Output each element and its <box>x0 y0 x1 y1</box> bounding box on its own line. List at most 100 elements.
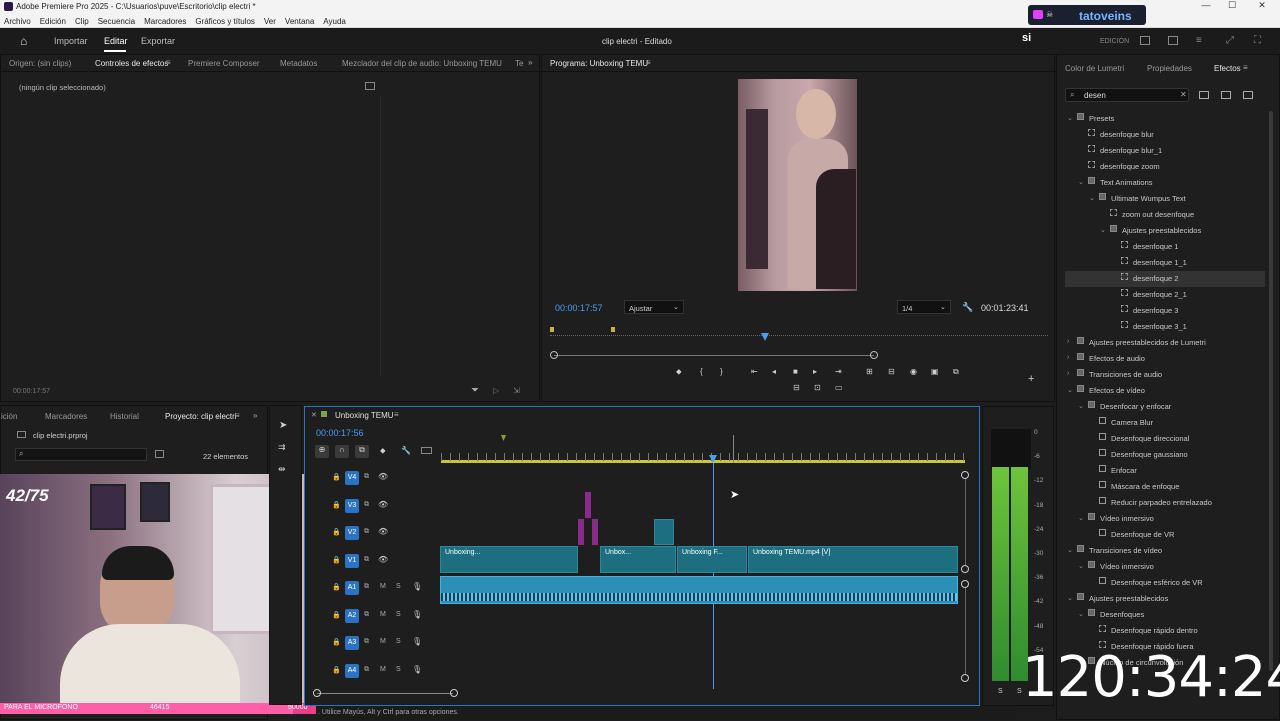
effects-search-input[interactable]: ⌕ desen ✕ <box>1065 88 1189 102</box>
timeline-timecode[interactable]: 00:00:17:56 <box>316 428 364 438</box>
v-scroll-handle[interactable] <box>961 565 969 573</box>
program-monitor-title[interactable]: Programa: Unboxing TEMU <box>550 59 648 68</box>
tab-effect-controls[interactable]: Controles de efectos <box>95 59 168 68</box>
a-scroll-handle[interactable] <box>961 580 969 588</box>
sync-lock-icon[interactable]: ⧉ <box>364 528 369 536</box>
effects-tree-item[interactable]: ⌄ Vídeo inmersivo <box>1065 559 1265 575</box>
chevron-down-icon[interactable]: ⌄ <box>1078 562 1084 570</box>
toggle-timeline-icon[interactable] <box>365 82 375 90</box>
camera-icon[interactable]: ◉ <box>910 367 917 376</box>
effects-tree-item[interactable]: Desenfoque direccional <box>1065 431 1265 447</box>
effects-tree-item[interactable]: ⌄ Efectos de vídeo <box>1065 383 1265 399</box>
tab-project[interactable]: Proyecto: clip electri <box>165 412 237 421</box>
effects-tree-item[interactable]: Máscara de enfoque <box>1065 479 1265 495</box>
effects-tree-item[interactable]: › Ajustes preestablecidos de Lumetri <box>1065 335 1265 351</box>
track-target-v3[interactable]: V3 <box>345 498 359 513</box>
effects-tree-item[interactable]: desenfoque zoom <box>1065 159 1265 175</box>
clear-search-icon[interactable]: ✕ <box>1180 90 1187 99</box>
tab-export[interactable]: Exportar <box>141 36 175 46</box>
eye-icon[interactable]: 👁 <box>378 527 388 536</box>
effects-tree-item[interactable]: desenfoque blur <box>1065 127 1265 143</box>
effects-tree-item[interactable]: ⌄ Ultimate Wumpus Text <box>1065 191 1265 207</box>
tab-source[interactable]: Origen: (sin clips) <box>9 59 71 68</box>
step-forward-icon[interactable]: ▸ <box>813 367 817 376</box>
effects-tree-item[interactable]: desenfoque 1 <box>1065 239 1265 255</box>
more-tabs-icon[interactable]: » <box>528 58 532 67</box>
mute-button[interactable]: M <box>380 611 386 618</box>
track-target-a4[interactable]: A4 <box>345 663 359 678</box>
stop-icon[interactable]: ■ <box>793 367 798 376</box>
effects-tree-item[interactable]: desenfoque 2 <box>1065 271 1265 287</box>
panel-menu-icon[interactable]: ≡ <box>646 58 651 67</box>
chevron-right-icon[interactable]: › <box>1067 338 1069 345</box>
track-target-a2[interactable]: A2 <box>345 608 359 623</box>
trim-icon[interactable]: ⧉ <box>953 367 959 377</box>
mute-button[interactable]: M <box>380 666 386 673</box>
filter-icon[interactable]: ⏷ <box>471 385 479 396</box>
tab-edit[interactable]: Editar <box>104 36 128 46</box>
expand-icon[interactable]: ⤢ <box>1226 35 1234 46</box>
effects-tree-item[interactable]: desenfoque 3 <box>1065 303 1265 319</box>
tab-import[interactable]: Importar <box>54 36 88 46</box>
menu-clip[interactable]: Clip <box>75 17 89 26</box>
lock-icon[interactable]: 🔒 <box>332 638 341 646</box>
lock-icon[interactable]: 🔒 <box>332 666 341 674</box>
effects-tree-item[interactable]: ⌄ Text Animations <box>1065 175 1265 191</box>
microphone-icon[interactable]: 🎙 <box>412 665 422 674</box>
tab-metadata[interactable]: Metadatos <box>280 59 317 68</box>
menu-ventana[interactable]: Ventana <box>285 17 314 26</box>
effects-tree-item[interactable]: ⌄ Vídeo inmersivo <box>1065 511 1265 527</box>
wrench-icon[interactable]: 🔧 <box>962 302 973 313</box>
insert-icon[interactable]: ⊞ <box>866 367 873 376</box>
chevron-down-icon[interactable]: ⌄ <box>1089 194 1095 202</box>
tab-audio-clip-mixer[interactable]: Mezclador del clip de audio: Unboxing TE… <box>342 59 502 68</box>
overwrite-icon[interactable]: ⊟ <box>888 367 895 376</box>
microphone-icon[interactable]: 🎙 <box>412 582 422 591</box>
track-select-icon[interactable]: ⇉ <box>278 442 286 453</box>
sync-lock-icon[interactable]: ⧉ <box>364 556 369 564</box>
v2-clip[interactable] <box>578 519 584 545</box>
track-target-a3[interactable]: A3 <box>345 636 359 650</box>
new-bin-icon[interactable] <box>155 450 164 458</box>
add-marker-icon[interactable]: ⬥ <box>676 367 682 377</box>
timeline-marker[interactable] <box>501 435 506 441</box>
quality-dropdown[interactable]: 1/4 ⌄ <box>897 300 951 314</box>
nest-icon[interactable]: ⊕ <box>315 445 329 458</box>
ripple-edit-icon[interactable]: ⇹ <box>278 464 286 475</box>
eye-icon[interactable]: 👁 <box>378 472 388 481</box>
h-scroll-handle[interactable] <box>313 689 321 697</box>
chevron-right-icon[interactable]: › <box>1067 370 1069 377</box>
snap-icon[interactable]: ∩ <box>335 445 349 458</box>
solo-button[interactable]: S <box>396 638 401 645</box>
multicam-icon[interactable]: ▭ <box>835 383 843 392</box>
panel-menu-icon[interactable]: ≡ <box>1243 63 1248 72</box>
eye-icon[interactable]: 👁 <box>378 555 388 564</box>
linked-selection-icon[interactable]: ⧉ <box>355 445 369 458</box>
solo-button[interactable]: S <box>396 583 401 590</box>
menu-secuencia[interactable]: Secuencia <box>98 17 135 26</box>
microphone-icon[interactable]: 🎙 <box>412 637 422 646</box>
chevron-right-icon[interactable]: › <box>1067 354 1069 361</box>
menu-archivo[interactable]: Archivo <box>4 17 31 26</box>
effects-tree-item[interactable]: desenfoque 1_1 <box>1065 255 1265 271</box>
32bit-effects-icon[interactable] <box>1221 91 1231 99</box>
sync-lock-icon[interactable]: ⧉ <box>364 583 369 591</box>
h-scrollbar[interactable] <box>317 693 453 694</box>
safe-margins-icon[interactable]: ⊟ <box>793 383 800 392</box>
menu-icon[interactable]: ≡ <box>1196 35 1202 46</box>
effects-tree-item[interactable]: Reducir parpadeo entrelazado <box>1065 495 1265 511</box>
solo-button[interactable]: S <box>396 611 401 618</box>
track-target-v1[interactable]: V1 <box>345 553 359 568</box>
v2-clip[interactable] <box>592 519 598 545</box>
effects-tree-item[interactable]: Desenfoque gaussiano <box>1065 447 1265 463</box>
tab-lumetri-color[interactable]: Color de Lumetri <box>1065 64 1124 73</box>
lock-icon[interactable]: 🔒 <box>332 473 341 481</box>
zoom-handle-left[interactable] <box>550 351 558 359</box>
effects-tree-item[interactable]: ⌄ Desenfocar y enfocar <box>1065 399 1265 415</box>
eye-icon[interactable]: 👁 <box>378 500 388 509</box>
minimize-button[interactable]: — <box>1196 0 1216 10</box>
effects-tree-item[interactable]: ⌄ Ajustes preestablecidos <box>1065 223 1265 239</box>
close-icon[interactable]: ✕ <box>311 411 317 419</box>
sync-lock-icon[interactable]: ⧉ <box>364 501 369 509</box>
chevron-down-icon[interactable]: ⌄ <box>1067 594 1073 602</box>
